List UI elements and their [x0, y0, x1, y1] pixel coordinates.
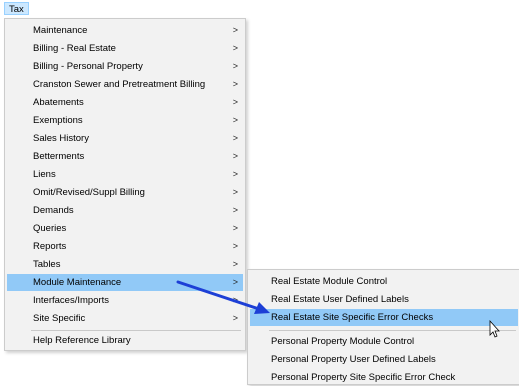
submenu-item-re-user-defined-labels[interactable]: Real Estate User Defined Labels [250, 291, 518, 308]
submenu-arrow-icon: > [232, 223, 238, 233]
submenu-arrow-icon: > [232, 295, 238, 305]
menu-item-exemptions[interactable]: Exemptions > [7, 112, 243, 129]
menu-tax[interactable]: Tax [4, 2, 29, 15]
menu-item-label: Billing - Real Estate [33, 43, 116, 54]
menu-item-label: Module Maintenance [33, 277, 122, 288]
menu-item-cranston-sewer[interactable]: Cranston Sewer and Pretreatment Billing … [7, 76, 243, 93]
submenu-arrow-icon: > [232, 169, 238, 179]
submenu-item-pp-site-specific-error-check[interactable]: Personal Property Site Specific Error Ch… [250, 369, 518, 386]
menu-item-label: Personal Property User Defined Labels [271, 354, 436, 365]
menu-item-label: Site Specific [33, 313, 86, 324]
menu-item-label: Maintenance [33, 25, 88, 36]
submenu-arrow-icon: > [232, 151, 238, 161]
menu-item-label: Real Estate Site Specific Error Checks [271, 312, 434, 323]
menu-item-label: Liens [33, 169, 56, 180]
tax-dropdown-menu: Maintenance > Billing - Real Estate > Bi… [4, 18, 246, 351]
menu-item-label: Help Reference Library [33, 335, 131, 346]
submenu-arrow-icon: > [232, 205, 238, 215]
submenu-item-pp-module-control[interactable]: Personal Property Module Control [250, 333, 518, 350]
submenu-arrow-icon: > [232, 313, 238, 323]
menu-tax-label: Tax [9, 4, 24, 15]
menu-item-label: Queries [33, 223, 67, 234]
menu-item-omit-revised-suppl[interactable]: Omit/Revised/Suppl Billing > [7, 184, 243, 201]
submenu-item-re-module-control[interactable]: Real Estate Module Control [250, 273, 518, 290]
menu-item-label: Betterments [33, 151, 85, 162]
menu-item-label: Demands [33, 205, 74, 216]
menu-item-billing-real-estate[interactable]: Billing - Real Estate > [7, 40, 243, 57]
menu-item-tables[interactable]: Tables > [7, 256, 243, 273]
submenu-arrow-icon: > [232, 259, 238, 269]
menu-item-maintenance[interactable]: Maintenance > [7, 22, 243, 39]
submenu-arrow-icon: > [232, 43, 238, 53]
menu-item-label: Cranston Sewer and Pretreatment Billing [33, 79, 206, 90]
submenu-arrow-icon: > [232, 277, 238, 287]
menu-item-betterments[interactable]: Betterments > [7, 148, 243, 165]
submenu-arrow-icon: > [232, 97, 238, 107]
menu-item-label: Real Estate Module Control [271, 276, 388, 287]
menu-item-label: Tables [33, 259, 61, 270]
menu-bar: Tax [0, 0, 519, 17]
menu-item-site-specific[interactable]: Site Specific > [7, 310, 243, 327]
menu-item-label: Interfaces/Imports [33, 295, 110, 306]
submenu-arrow-icon: > [232, 133, 238, 143]
submenu-item-re-site-specific-error-checks[interactable]: Real Estate Site Specific Error Checks [250, 309, 518, 326]
submenu-arrow-icon: > [232, 25, 238, 35]
submenu-arrow-icon: > [232, 61, 238, 71]
menu-item-reports[interactable]: Reports > [7, 238, 243, 255]
menu-item-help-reference-library[interactable]: Help Reference Library [7, 332, 243, 349]
menu-item-liens[interactable]: Liens > [7, 166, 243, 183]
menu-item-label: Billing - Personal Property [33, 61, 143, 72]
module-maintenance-submenu: Real Estate Module Control Real Estate U… [247, 269, 519, 385]
menu-item-label: Personal Property Module Control [271, 336, 415, 347]
menu-item-queries[interactable]: Queries > [7, 220, 243, 237]
menu-item-label: Abatements [33, 97, 84, 108]
menu-item-label: Real Estate User Defined Labels [271, 294, 409, 305]
submenu-arrow-icon: > [232, 241, 238, 251]
menu-item-billing-personal-property[interactable]: Billing - Personal Property > [7, 58, 243, 75]
menu-item-module-maintenance[interactable]: Module Maintenance > [7, 274, 243, 291]
submenu-arrow-icon: > [232, 79, 238, 89]
submenu-item-pp-user-defined-labels[interactable]: Personal Property User Defined Labels [250, 351, 518, 368]
menu-item-label: Personal Property Site Specific Error Ch… [271, 372, 456, 383]
menu-item-label: Sales History [33, 133, 89, 144]
submenu-arrow-icon: > [232, 115, 238, 125]
menu-item-abatements[interactable]: Abatements > [7, 94, 243, 111]
menu-item-demands[interactable]: Demands > [7, 202, 243, 219]
menu-separator [269, 330, 516, 331]
menu-item-label: Exemptions [33, 115, 83, 126]
submenu-arrow-icon: > [232, 187, 238, 197]
menu-separator [31, 330, 241, 331]
menu-item-interfaces-imports[interactable]: Interfaces/Imports > [7, 292, 243, 309]
menu-item-label: Reports [33, 241, 67, 252]
menu-item-label: Omit/Revised/Suppl Billing [33, 187, 145, 198]
menu-item-sales-history[interactable]: Sales History > [7, 130, 243, 147]
